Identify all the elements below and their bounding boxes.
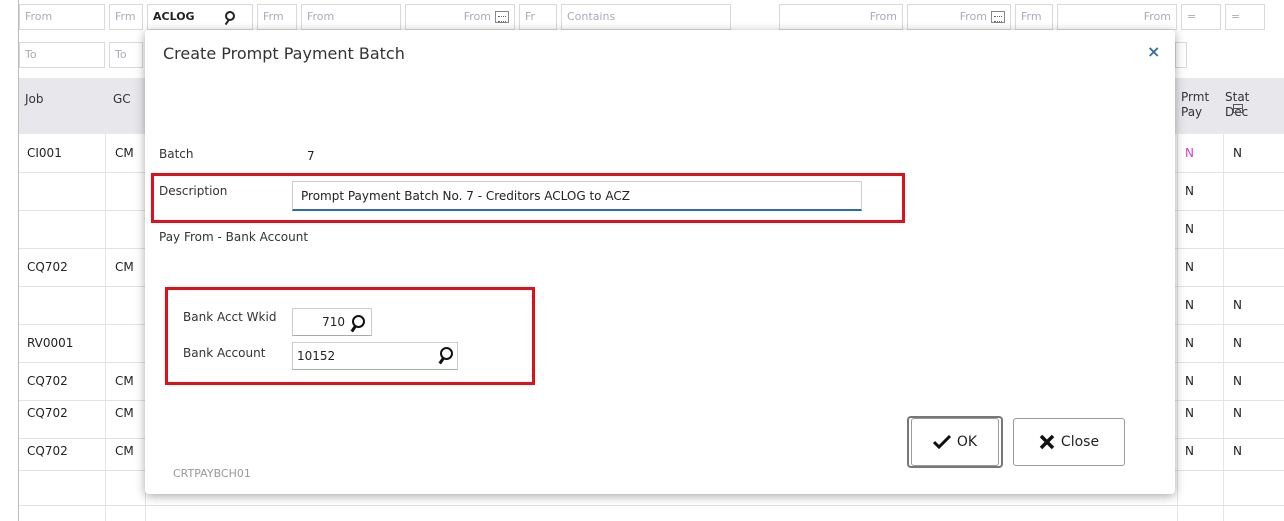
filter-from-4[interactable]: From [1057,4,1177,30]
cell-prmt-pay: N [1185,222,1194,236]
filter-from-date-1[interactable]: From [405,4,515,30]
bank-account-label: Bank Account [183,346,266,360]
form-code: CRTPAYBCH01 [173,467,251,480]
filter-to-1[interactable]: To [19,42,105,68]
cell-prmt-pay: N [1185,260,1194,274]
batch-label: Batch [159,147,194,161]
filter-contains[interactable]: Contains [561,4,731,30]
ok-button[interactable]: OK [911,418,999,466]
column-chooser-icon[interactable] [1233,104,1243,113]
filter-from-2[interactable]: From [301,4,401,30]
header-prmt-pay[interactable]: Prmt Pay [1175,78,1225,134]
cell-job: CQ702 [27,444,68,458]
bank-account-highlight [165,287,535,385]
calendar-icon[interactable] [991,11,1005,23]
header-gc[interactable]: GC [107,78,147,134]
cell-job: RV0001 [27,336,74,350]
close-button[interactable]: Close [1013,418,1125,466]
filter-frm-3[interactable]: Frm [1015,4,1053,30]
filter-to-2[interactable]: To [109,42,143,68]
description-field[interactable] [292,181,862,211]
header-job[interactable]: Job [19,78,89,134]
cell-gc: CM [115,146,134,160]
filter-equals-1[interactable]: = [1181,4,1221,30]
cell-gc: CM [115,406,134,420]
cell-prmt-pay: N [1185,146,1194,160]
cell-gc: CM [115,260,134,274]
cell-gc: CM [115,444,134,458]
cell-stat-dec: N [1233,406,1242,420]
filter-to-3[interactable] [1175,42,1187,68]
cell-stat-dec: N [1233,336,1242,350]
filter-creditor[interactable]: ACLOG [147,4,253,30]
filter-equals-2[interactable]: = [1225,4,1265,30]
cell-prmt-pay: N [1185,406,1194,420]
cell-job: CQ702 [27,406,68,420]
filter-frm-1[interactable]: Frm [109,4,143,30]
grid-divider [105,134,106,521]
search-icon[interactable] [352,315,365,328]
checkmark-icon [932,435,951,449]
dialog-title: Create Prompt Payment Batch [163,44,405,63]
cell-prmt-pay: N [1185,444,1194,458]
pay-from-label: Pay From - Bank Account [159,230,309,244]
bank-acct-wkid-label: Bank Acct Wkid [183,310,277,324]
search-icon[interactable] [224,11,235,21]
filter-from-3[interactable]: From [779,4,903,30]
cell-stat-dec: N [1233,146,1242,160]
cell-job: CQ702 [27,260,68,274]
search-icon[interactable] [440,347,453,360]
filter-from-1[interactable]: From [19,4,105,30]
filter-frm-2[interactable]: Frm [257,4,297,30]
bank-account-field[interactable] [292,342,458,370]
ok-button-label: OK [956,434,978,450]
cell-prmt-pay: N [1185,298,1194,312]
filter-fr[interactable]: Fr [519,4,557,30]
cell-prmt-pay: N [1185,336,1194,350]
cell-prmt-pay: N [1185,184,1194,198]
filter-from-date-2[interactable]: From [907,4,1011,30]
cell-stat-dec: N [1233,444,1242,458]
calendar-icon[interactable] [495,11,509,23]
cell-stat-dec: N [1233,298,1242,312]
batch-value: 7 [307,149,315,163]
close-button-label: Close [1060,434,1100,450]
close-icon[interactable]: × [1147,42,1160,61]
create-prompt-payment-batch-dialog: Create Prompt Payment Batch × Batch 7 De… [145,30,1175,494]
x-icon [1039,434,1055,450]
cell-job: CI001 [27,146,62,160]
grid-divider [1223,134,1224,521]
grid-divider [19,505,1284,506]
description-label: Description [159,184,228,198]
